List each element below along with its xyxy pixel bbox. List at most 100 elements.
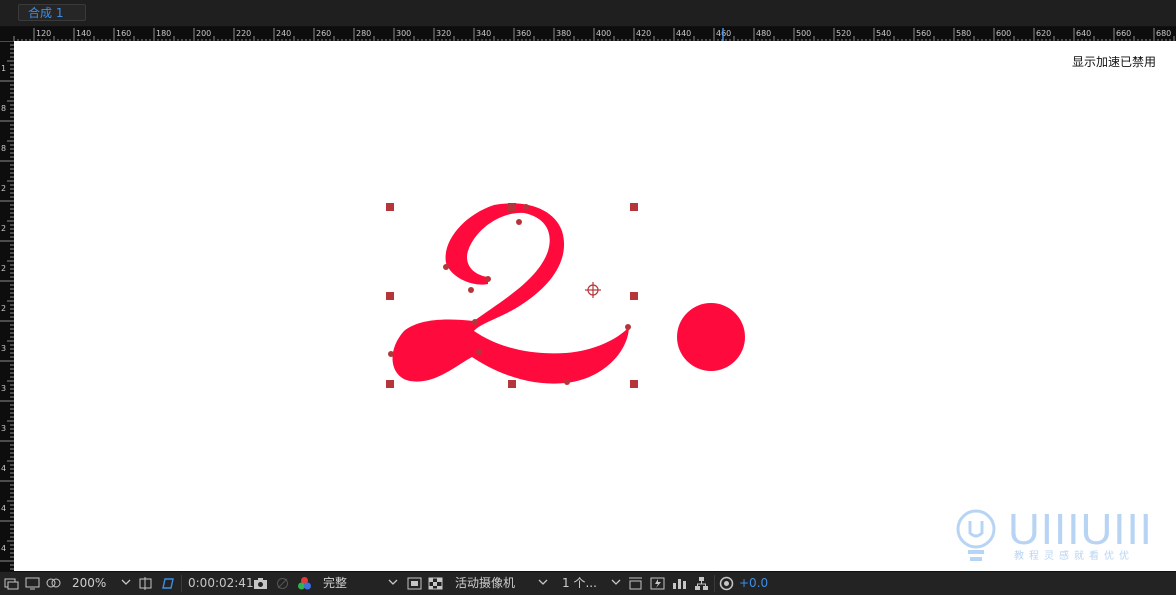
ruler-label: 3 (1, 424, 6, 433)
camera-view-value: 活动摄像机 (455, 576, 516, 590)
camera-snapshot-icon[interactable] (253, 576, 268, 591)
always-preview-icon[interactable] (4, 576, 19, 591)
ruler-label: 4 (1, 504, 6, 513)
ruler-label: 380 (556, 29, 571, 38)
ruler-label: 540 (876, 29, 891, 38)
vertex[interactable] (564, 379, 570, 385)
ruler-label: 680 (1156, 29, 1171, 38)
ruler-label: 280 (356, 29, 371, 38)
show-snapshot-icon[interactable] (275, 576, 290, 591)
vertex[interactable] (476, 349, 482, 355)
ruler-label: 480 (756, 29, 771, 38)
timeline-icon[interactable] (672, 576, 687, 591)
handle-middle-right[interactable] (630, 292, 638, 300)
camera-view-dropdown[interactable]: 活动摄像机 (451, 574, 551, 592)
vertex[interactable] (516, 219, 522, 225)
vertex[interactable] (485, 276, 491, 282)
ruler-label: 560 (916, 29, 931, 38)
ruler-label: 200 (196, 29, 211, 38)
divider (181, 575, 182, 592)
ruler-label: 300 (396, 29, 411, 38)
viewer-toolbar: 200% 0:00:02:41 完整 活动摄像机 1 个... +0.0 (0, 571, 1176, 595)
layer-artwork[interactable] (14, 41, 1176, 571)
chevron-down-icon (121, 579, 131, 585)
vertex[interactable] (468, 287, 474, 293)
handle-top-center[interactable] (508, 203, 516, 211)
ruler-label: 8 (1, 104, 6, 113)
anchor-point-icon[interactable] (585, 282, 601, 298)
ruler-label: 140 (76, 29, 91, 38)
transparency-grid-icon[interactable] (428, 576, 443, 591)
handle-bottom-right[interactable] (630, 380, 638, 388)
divider (714, 575, 715, 592)
ruler-label: 580 (956, 29, 971, 38)
handle-top-left[interactable] (386, 203, 394, 211)
exposure-value[interactable]: +0.0 (739, 575, 768, 592)
ruler-label: 360 (516, 29, 531, 38)
handle-middle-left[interactable] (386, 292, 394, 300)
resolution-value: 完整 (323, 576, 348, 590)
handle-bottom-center[interactable] (508, 380, 516, 388)
lightbulb-icon (956, 509, 996, 561)
resolution-dropdown[interactable]: 完整 (319, 574, 401, 592)
ruler-label: 2 (1, 224, 6, 233)
vertex[interactable] (443, 264, 449, 270)
ruler-label: 640 (1076, 29, 1091, 38)
ruler-label: 240 (276, 29, 291, 38)
chevron-down-icon (611, 579, 621, 585)
ruler-label: 520 (836, 29, 851, 38)
vertex[interactable] (523, 204, 529, 210)
chevron-down-icon (388, 579, 398, 585)
vertex[interactable] (625, 324, 631, 330)
channel-rgb-icon[interactable] (297, 576, 312, 591)
tab-composition-1[interactable]: 合成 1 (18, 4, 86, 21)
vertex[interactable] (388, 351, 394, 357)
ruler-label: 2 (1, 264, 6, 273)
watermark-tagline: 教程灵感就看优优 (1014, 551, 1134, 562)
fast-preview-lightning-icon[interactable] (650, 576, 665, 591)
ruler-label: 2 (1, 184, 6, 193)
ruler-label: 220 (236, 29, 251, 38)
watermark: UIIIUIII 教程灵感就看优优 (952, 507, 1152, 567)
region-of-interest-icon[interactable] (138, 576, 153, 591)
ruler-label: 120 (36, 29, 51, 38)
current-time-display[interactable]: 0:00:02:41 (188, 575, 254, 592)
handle-top-right[interactable] (630, 203, 638, 211)
ruler-label: 620 (1036, 29, 1051, 38)
handle-bottom-left[interactable] (386, 380, 394, 388)
ruler-label: 4 (1, 544, 6, 553)
vertex[interactable] (472, 319, 478, 325)
ruler-vertical[interactable]: 18822223334445 (0, 40, 14, 593)
ruler-label: 160 (116, 29, 131, 38)
view-layout-value: 1 个... (562, 576, 597, 590)
ruler-label: 660 (1116, 29, 1131, 38)
view-layout-dropdown[interactable]: 1 个... (558, 574, 624, 592)
zoom-dropdown[interactable]: 200% (68, 574, 134, 592)
zoom-value: 200% (72, 576, 107, 590)
mask-visibility-icon[interactable] (46, 576, 61, 591)
shape-dot[interactable] (677, 303, 745, 371)
ruler-label: 180 (156, 29, 171, 38)
toggle-pixel-aspect-icon[interactable] (628, 576, 643, 591)
ruler-label: 8 (1, 144, 6, 153)
flowchart-icon[interactable] (694, 576, 709, 591)
composition-viewer[interactable]: 显示加速已禁用 UIIIUIII 教程灵感就看优优 (14, 41, 1176, 571)
ruler-label: 3 (1, 384, 6, 393)
ruler-horizontal-ticks: 120 140 160 180 200 220 240 260 280 300 320 340 360 3… (13, 28, 1175, 42)
monitor-icon[interactable] (25, 576, 40, 591)
ruler-label: 260 (316, 29, 331, 38)
ruler-label: 600 (996, 29, 1011, 38)
chevron-down-icon (538, 579, 548, 585)
ruler-label: 1 (1, 64, 6, 73)
toggle-transparency-grid-icon[interactable] (160, 576, 175, 591)
ruler-label: 340 (476, 29, 491, 38)
ruler-horizontal[interactable]: 120 140 160 180 200 220 240 260 280 300 320 340 360 3… (0, 27, 1176, 42)
ruler-label: 400 (596, 29, 611, 38)
fast-previews-icon[interactable] (407, 576, 422, 591)
ruler-label: 500 (796, 29, 811, 38)
ruler-label: 3 (1, 344, 6, 353)
reset-exposure-icon[interactable] (719, 576, 734, 591)
ruler-label: 420 (636, 29, 651, 38)
ruler-label: 440 (676, 29, 691, 38)
ruler-vertical-ticks: 18822223334445 (0, 40, 14, 593)
